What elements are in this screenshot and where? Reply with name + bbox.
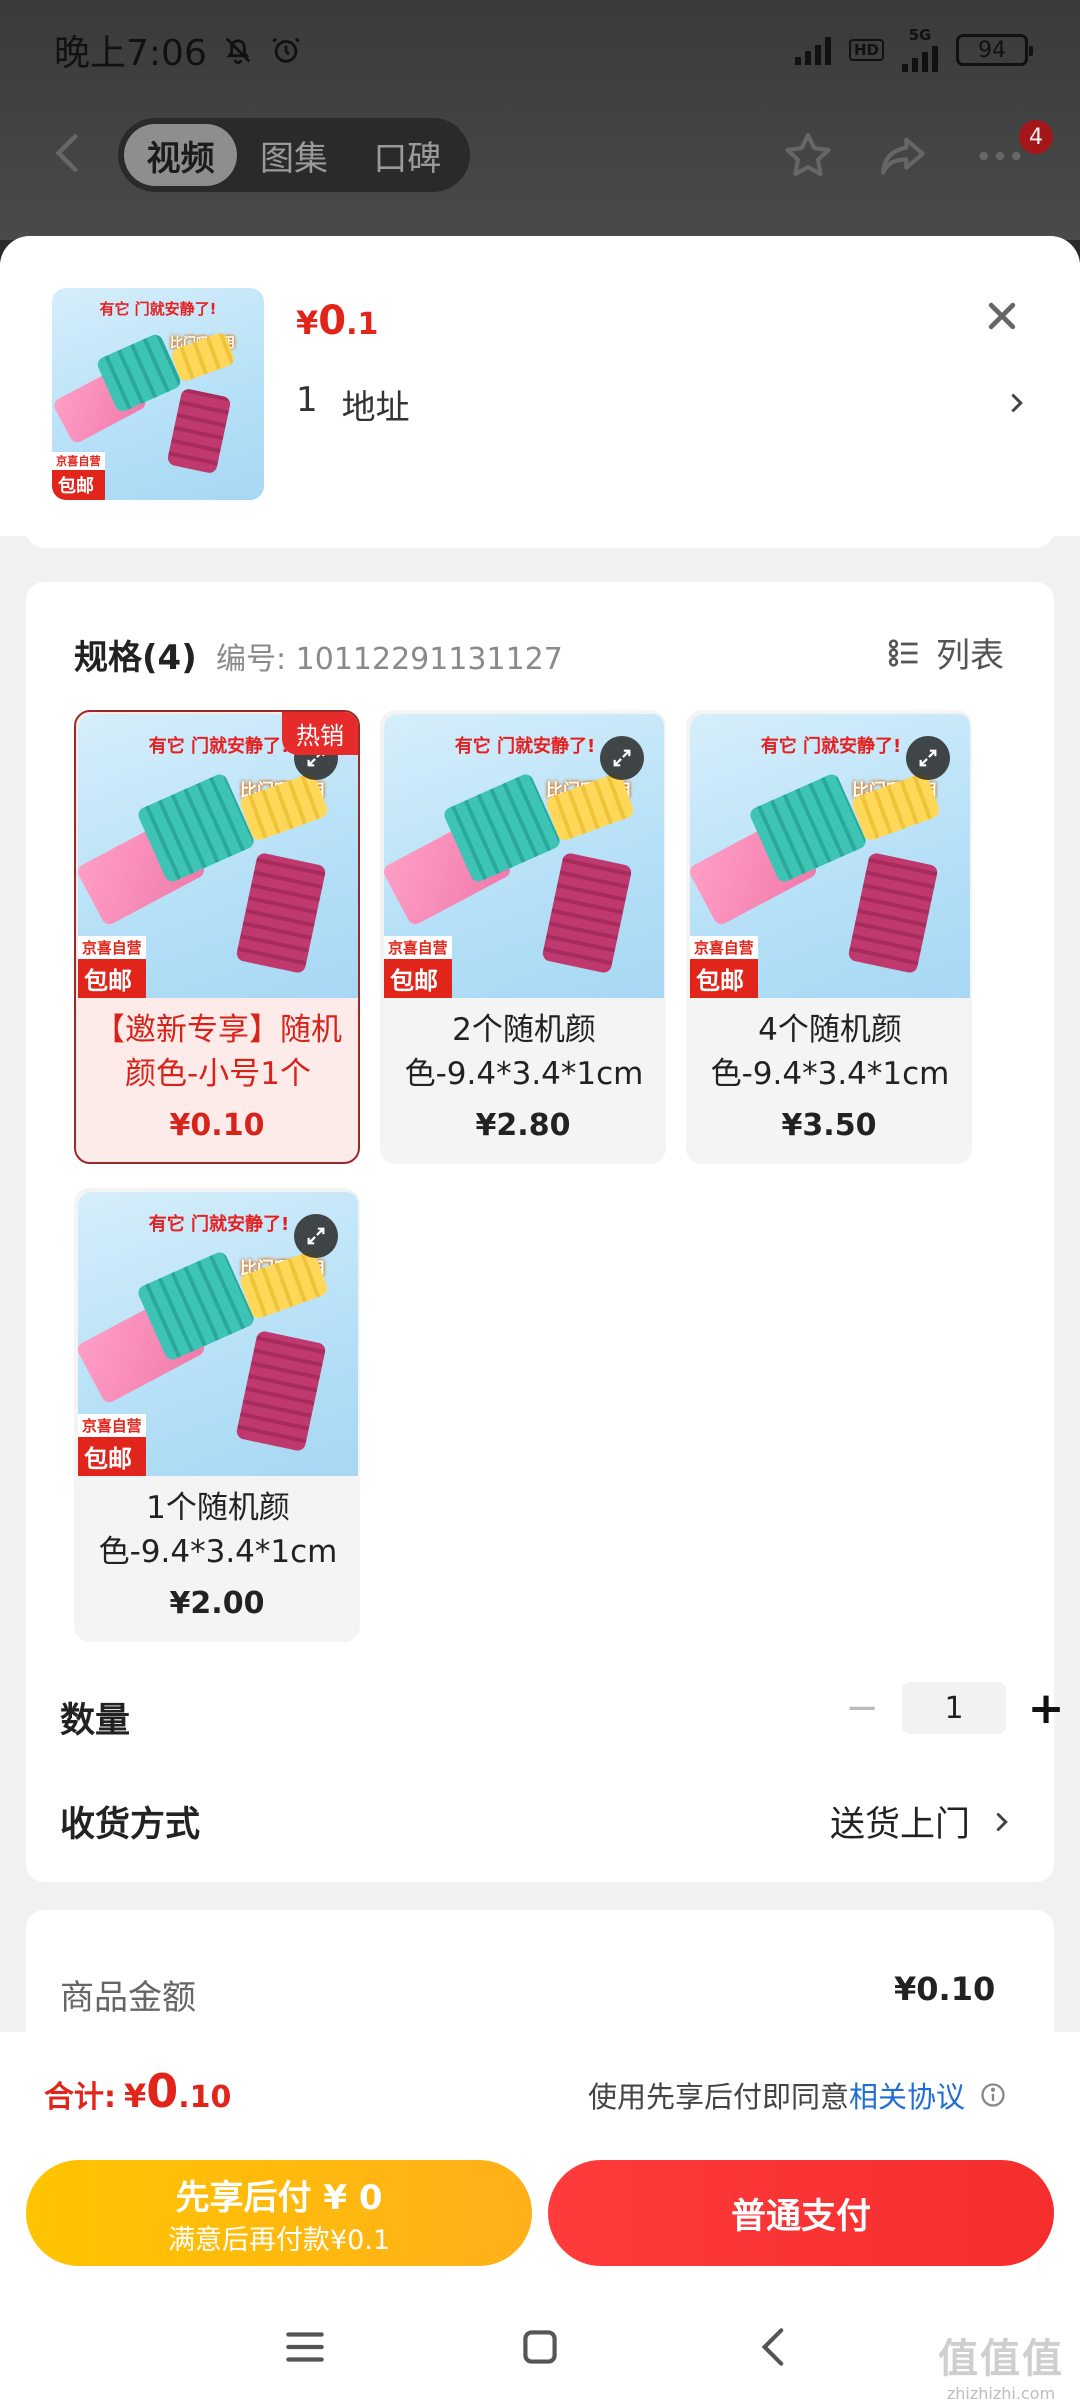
quantity-input[interactable]: 1 <box>902 1682 1006 1734</box>
home-icon[interactable] <box>515 2322 565 2372</box>
option-price: ¥3.50 <box>781 1108 877 1143</box>
option-price: ¥2.80 <box>475 1108 571 1143</box>
list-icon <box>888 638 918 667</box>
expand-icon[interactable] <box>600 736 644 780</box>
option-name: 1个随机颜色-9.4*3.4*1cm <box>98 1490 338 1570</box>
chevron-right-icon[interactable] <box>1004 388 1030 418</box>
goods-amount-value: ¥0.10 <box>894 1970 996 2008</box>
media-tab-switch: 视频 图集 口碑 <box>118 118 470 192</box>
mute-bell-icon <box>225 37 251 65</box>
network-indicator: 5G <box>902 28 938 72</box>
shipping-label: 收货方式 <box>60 1805 201 1845</box>
status-time: 晚上7:06 <box>54 33 207 74</box>
spec-option[interactable]: 有它 门就安静了! 比门吸好用 京喜自营包邮 2个随机颜色-9.4*3.4*1c… <box>380 710 666 1164</box>
option-image: 有它 门就安静了! 比门吸好用 京喜自营包邮 <box>690 714 970 998</box>
hd-badge: HD <box>848 39 884 61</box>
total-price: 合计: ¥0.10 <box>44 2064 232 2118</box>
notification-badge: 4 <box>1019 120 1053 154</box>
close-icon[interactable] <box>976 290 1028 342</box>
spec-title: 规格(4) <box>74 638 197 678</box>
info-icon[interactable] <box>979 2081 1007 2109</box>
menu-icon[interactable] <box>280 2322 330 2372</box>
section-divider <box>26 526 1054 548</box>
option-name: 4个随机颜色-9.4*3.4*1cm <box>710 1012 950 1092</box>
spec-option[interactable]: 有它 门就安静了! 比门吸好用 京喜自营包邮 4个随机颜色-9.4*3.4*1c… <box>686 710 972 1164</box>
product-thumbnail[interactable]: 有它 门就安静了! 比门吸好用 京喜自营包邮 <box>52 288 264 500</box>
jd-shipping-tag: 京喜自营 包邮 <box>52 452 105 500</box>
selected-quantity: 1 <box>296 380 318 420</box>
hot-sale-badge: 热销 <box>282 712 358 755</box>
shipping-value: 送货上门 <box>830 1805 971 1845</box>
option-image: 有它 门就安静了! 比门吸好用 京喜自营包邮 <box>78 1192 358 1476</box>
option-price: ¥2.00 <box>169 1586 265 1621</box>
watermark: 值值值 zhizhizhi.com <box>938 2336 1064 2400</box>
back-nav-icon[interactable] <box>750 2322 800 2372</box>
tab-reviews[interactable]: 口碑 <box>351 124 464 186</box>
alarm-icon <box>272 37 300 63</box>
spec-option[interactable]: 热销 有它 门就安静了! 比门吸好用 京喜自营包邮 【邀新专享】随机颜色-小号1… <box>74 710 360 1164</box>
signal-icon <box>794 35 831 65</box>
option-price: ¥0.10 <box>169 1108 265 1143</box>
option-image: 有它 门就安静了! 比门吸好用 京喜自营包邮 <box>384 714 664 998</box>
spec-card: 规格(4) 编号: 10112291131127 列表 热销 有它 门就安静了!… <box>26 582 1064 1882</box>
star-icon[interactable] <box>780 128 836 184</box>
tab-video[interactable]: 视频 <box>124 124 238 186</box>
agreement-text: 使用先享后付即同意 相关协议 <box>588 2074 1007 2116</box>
pay-now-button[interactable]: 普通支付 <box>548 2160 1054 2266</box>
option-name: 2个随机颜色-9.4*3.4*1cm <box>404 1012 644 1092</box>
decrement-button[interactable]: − <box>832 1682 892 1734</box>
address-label: 地址 <box>341 388 410 428</box>
increment-button[interactable]: + <box>1016 1682 1076 1734</box>
screen: 晚上7:06 HD 5G 94 视频 图集 口碑 4 有它 门就安静了! 京喜自… <box>0 0 1080 2400</box>
system-nav-bar <box>0 2300 1080 2400</box>
top-nav: 视频 图集 口碑 4 <box>0 110 1080 200</box>
goods-amount-label: 商品金额 <box>60 1978 196 2018</box>
shipping-method[interactable]: 送货上门 <box>830 1796 1012 1847</box>
expand-icon[interactable] <box>906 736 950 780</box>
list-view-toggle[interactable]: 列表 <box>886 628 1004 677</box>
expand-icon[interactable] <box>294 1214 338 1258</box>
sheet-header: 有它 门就安静了! 比门吸好用 京喜自营包邮 ¥0.1 1 地址 <box>0 236 1080 536</box>
back-icon[interactable] <box>44 128 94 178</box>
share-icon[interactable] <box>876 128 932 184</box>
pay-later-button[interactable]: 先享后付 ¥ 0 满意后再付款¥0.1 <box>26 2160 532 2266</box>
list-toggle-label: 列表 <box>936 636 1004 676</box>
header-price: ¥0.1 <box>296 298 379 344</box>
spec-code: 编号: 10112291131127 <box>216 642 563 677</box>
tab-gallery[interactable]: 图集 <box>237 124 350 186</box>
agreement-link[interactable]: 相关协议 <box>849 2074 965 2116</box>
quantity-stepper: − 1 + <box>832 1682 1076 1734</box>
option-image: 有它 门就安静了! 比门吸好用 京喜自营包邮 <box>78 714 358 998</box>
battery-icon: 94 <box>956 34 1033 66</box>
chevron-right-icon <box>996 1812 1008 1831</box>
spec-option[interactable]: 有它 门就安静了! 比门吸好用 京喜自营包邮 1个随机颜色-9.4*3.4*1c… <box>74 1188 360 1642</box>
status-bar: 晚上7:06 HD 5G 94 <box>0 0 1080 100</box>
address-row[interactable]: 1 地址 <box>296 380 410 429</box>
option-name: 【邀新专享】随机颜色-小号1个 <box>94 1012 342 1092</box>
quantity-label: 数量 <box>60 1701 131 1741</box>
